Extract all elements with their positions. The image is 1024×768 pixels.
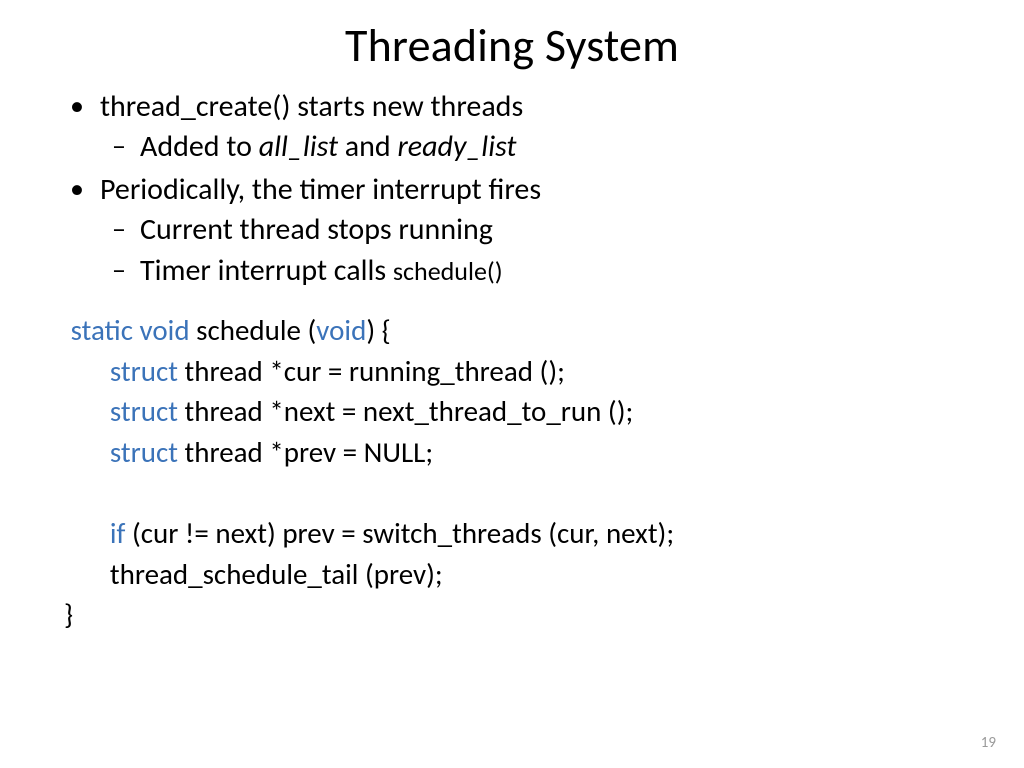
small-code-term: schedule() xyxy=(393,255,503,287)
bullet-item: Periodically, the timer interrupt fires … xyxy=(100,171,964,290)
bullet-item: thread_create() starts new threads Added… xyxy=(100,88,964,167)
code-block: static void schedule (void) { struct thr… xyxy=(60,310,964,635)
code-text: ) { xyxy=(366,312,390,348)
italic-term: ready_list xyxy=(397,128,516,165)
code-text: thread *prev = NULL; xyxy=(178,434,433,470)
keyword: struct xyxy=(110,393,178,429)
code-text: thread_schedule_tail (prev); xyxy=(110,556,443,592)
bullet-text: thread_create() starts new threads xyxy=(100,88,523,125)
text-pre: Timer interrupt calls xyxy=(140,252,393,289)
slide-title: Threading System xyxy=(60,18,964,74)
bullet-list: thread_create() starts new threads Added… xyxy=(60,88,964,290)
code-text: (cur != next) prev = switch_threads (cur… xyxy=(125,515,674,551)
code-text: thread *next = next_thread_to_run (); xyxy=(178,393,633,429)
keyword: if xyxy=(110,515,126,551)
sub-bullet-item: Current thread stops running xyxy=(140,211,964,249)
slide: Threading System thread_create() starts … xyxy=(0,0,1024,768)
text-pre: Added to xyxy=(140,128,259,165)
sub-bullet-list: Current thread stops running Timer inter… xyxy=(100,211,964,290)
text-mid: and xyxy=(338,128,397,165)
sub-bullet-item: Added to all_list and ready_list xyxy=(140,128,964,166)
keyword: static void xyxy=(71,312,190,348)
page-number: 19 xyxy=(981,734,996,752)
keyword: struct xyxy=(110,434,178,470)
bullet-text: Periodically, the timer interrupt fires xyxy=(100,171,541,208)
keyword: void xyxy=(316,312,366,348)
sub-bullet-item: Timer interrupt calls schedule() xyxy=(140,252,964,290)
keyword: struct xyxy=(110,353,178,389)
code-text: thread *cur = running_thread (); xyxy=(178,353,565,389)
code-text: schedule ( xyxy=(190,312,317,348)
sub-bullet-list: Added to all_list and ready_list xyxy=(100,128,964,166)
code-text: } xyxy=(64,596,73,632)
italic-term: all_list xyxy=(259,128,338,165)
